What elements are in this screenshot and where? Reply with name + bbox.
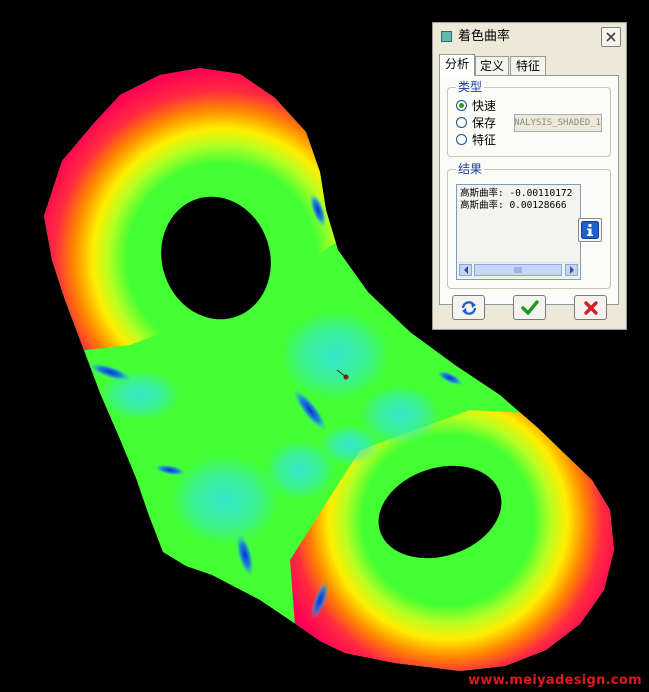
radio-quick[interactable]: 快速 [456, 97, 496, 113]
radio-quick-label: 快速 [472, 98, 497, 113]
results-hscrollbar[interactable] [458, 262, 579, 278]
axis-marker-dot [343, 374, 349, 380]
scroll-left-button[interactable] [459, 264, 472, 276]
type-group-label: 类型 [456, 80, 485, 94]
check-icon [520, 299, 539, 315]
dialog-titlebar[interactable]: 着色曲率 [433, 23, 626, 51]
results-list[interactable]: 高斯曲率: -0.00110172 高斯曲率: 0.00128666 [456, 184, 581, 280]
radio-save-indicator[interactable] [456, 116, 467, 128]
repaint-icon [461, 300, 476, 315]
results-group: 结果 高斯曲率: -0.00110172 高斯曲率: 0.00128666 [447, 162, 611, 289]
type-group: 类型 快速 保存 ANALYSIS_SHADED_1 特征 [447, 80, 611, 157]
shaded-curvature-dialog: 着色曲率 分析 定义 特征 类型 快速 保存 ANALYSIS_SHADED_1 [432, 22, 627, 330]
tab-feature[interactable]: 特征 [510, 56, 546, 75]
chevron-right-icon [569, 266, 574, 274]
ok-button[interactable] [513, 295, 546, 320]
analysis-name-field[interactable]: ANALYSIS_SHADED_1 [514, 114, 602, 132]
scroll-thumb[interactable] [474, 264, 562, 276]
cancel-icon [583, 300, 598, 315]
info-button[interactable] [578, 218, 602, 242]
info-icon [581, 221, 599, 239]
close-button[interactable] [601, 27, 621, 47]
dialog-title: 着色曲率 [458, 29, 511, 44]
result-line: 高斯曲率: 0.00128666 [460, 200, 567, 211]
tab-analysis[interactable]: 分析 [439, 54, 475, 76]
scroll-right-button[interactable] [565, 264, 578, 276]
analysis-panel: 类型 快速 保存 ANALYSIS_SHADED_1 特征 结果 高斯曲率: -… [439, 75, 619, 305]
tab-definition[interactable]: 定义 [475, 56, 509, 75]
cancel-button[interactable] [574, 295, 607, 320]
radio-save[interactable]: 保存 [456, 114, 496, 130]
results-group-label: 结果 [456, 162, 485, 176]
radio-feature[interactable]: 特征 [456, 131, 496, 147]
radio-feature-indicator[interactable] [456, 133, 467, 145]
radio-feature-label: 特征 [472, 132, 497, 147]
radio-save-label: 保存 [472, 115, 497, 130]
app-icon [441, 31, 452, 42]
grip-icon [514, 267, 521, 273]
radio-quick-indicator[interactable] [456, 99, 467, 111]
repaint-button[interactable] [452, 295, 485, 320]
chevron-left-icon [463, 266, 468, 274]
watermark: www.meiyadesign.com [468, 673, 642, 688]
result-line: 高斯曲率: -0.00110172 [460, 188, 573, 199]
close-icon [606, 32, 616, 42]
